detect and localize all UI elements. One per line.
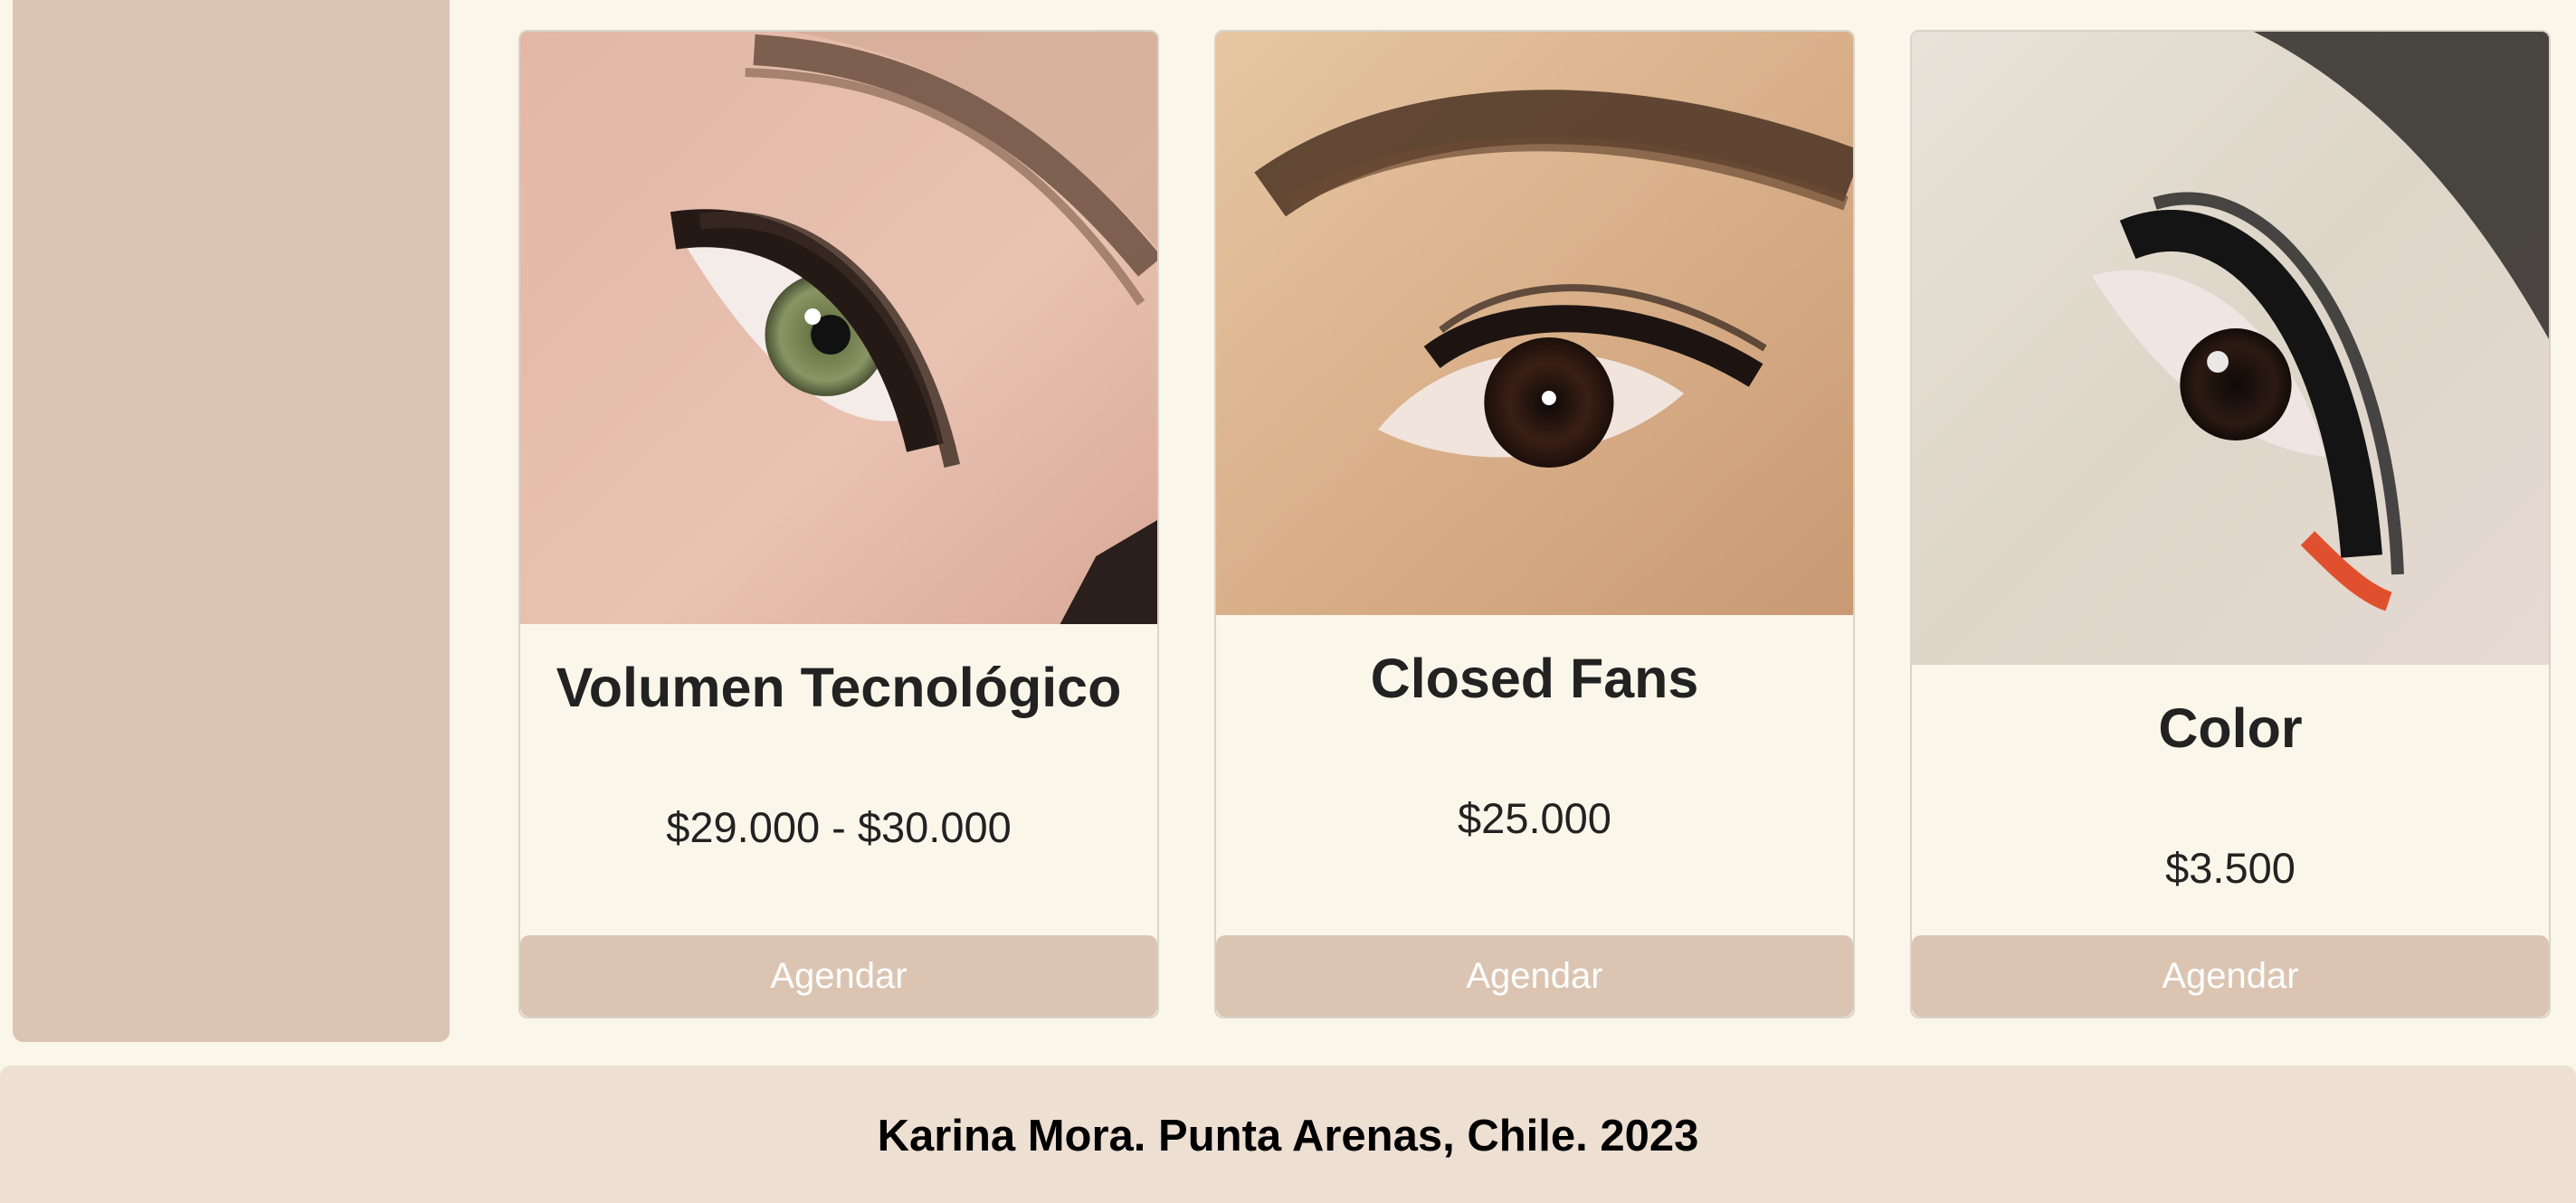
schedule-button[interactable]: Agendar xyxy=(520,935,1157,1017)
sidebar-panel xyxy=(13,0,450,1042)
footer-credit: Karina Mora. Punta Arenas, Chile. 2023 xyxy=(877,1112,1699,1160)
service-title: Volumen Tecnológico xyxy=(556,657,1122,718)
service-price: $3.500 xyxy=(2165,844,2296,892)
service-image-closed-fans xyxy=(1216,32,1853,615)
service-price: $25.000 xyxy=(1458,794,1611,842)
service-image-volumen xyxy=(520,32,1157,624)
service-title: Closed Fans xyxy=(1370,648,1699,709)
service-card-volumen-tecnologico: Volumen Tecnológico $29.000 - $30.000 Ag… xyxy=(518,30,1159,1018)
service-card-color: Color $3.500 Agendar xyxy=(1910,30,2551,1018)
service-image-color xyxy=(1912,32,2549,665)
service-title: Color xyxy=(2158,697,2303,759)
service-price: $29.000 - $30.000 xyxy=(666,803,1012,851)
schedule-button[interactable]: Agendar xyxy=(1216,935,1853,1017)
service-card-closed-fans: Closed Fans $25.000 Agendar xyxy=(1214,30,1855,1018)
schedule-button[interactable]: Agendar xyxy=(1912,935,2549,1017)
footer: Karina Mora. Punta Arenas, Chile. 2023 xyxy=(0,1066,2576,1203)
